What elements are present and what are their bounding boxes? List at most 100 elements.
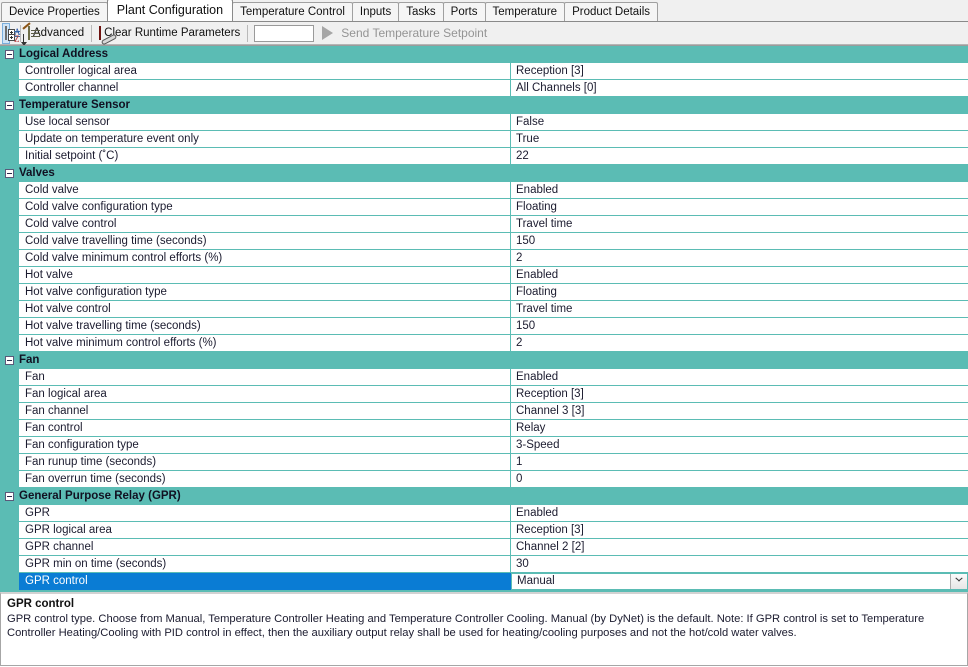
- property-row[interactable]: Cold valveEnabled: [0, 182, 968, 199]
- row-gutter: [0, 556, 19, 573]
- property-value[interactable]: Channel 2 [2]: [511, 539, 968, 556]
- property-value[interactable]: Relay: [511, 420, 968, 437]
- property-row[interactable]: Cold valve minimum control efforts (%)2: [0, 250, 968, 267]
- property-value[interactable]: Floating: [511, 284, 968, 301]
- category-name: Logical Address: [19, 46, 968, 62]
- collapse-expander[interactable]: [0, 488, 19, 504]
- minus-icon: [5, 50, 14, 59]
- property-value[interactable]: Enabled: [511, 182, 968, 199]
- property-row[interactable]: Fan controlRelay: [0, 420, 968, 437]
- tab-product-details[interactable]: Product Details: [564, 2, 658, 21]
- property-name: GPR min on time (seconds): [19, 556, 511, 573]
- tab-inputs[interactable]: Inputs: [352, 2, 399, 21]
- property-value[interactable]: Enabled: [511, 369, 968, 386]
- property-value[interactable]: 22: [511, 148, 968, 165]
- property-row[interactable]: Hot valve minimum control efforts (%)2: [0, 335, 968, 352]
- property-value[interactable]: All Channels [0]: [511, 80, 968, 97]
- row-gutter: [0, 471, 19, 488]
- property-row[interactable]: Fan logical areaReception [3]: [0, 386, 968, 403]
- row-gutter: [0, 573, 19, 590]
- tab-tasks[interactable]: Tasks: [398, 2, 443, 21]
- property-value[interactable]: 150: [511, 233, 968, 250]
- advanced-button[interactable]: Advanced: [25, 23, 87, 44]
- property-row[interactable]: Use local sensorFalse: [0, 114, 968, 131]
- property-value: Manual: [512, 574, 950, 589]
- tab-device-properties[interactable]: Device Properties: [1, 2, 108, 21]
- row-gutter: [0, 318, 19, 335]
- tab-temperature-control[interactable]: Temperature Control: [232, 2, 353, 21]
- minus-icon: [5, 101, 14, 110]
- property-row[interactable]: GPR channelChannel 2 [2]: [0, 539, 968, 556]
- category-header[interactable]: Fan: [0, 352, 968, 369]
- property-row[interactable]: Controller logical areaReception [3]: [0, 63, 968, 80]
- property-row[interactable]: Fan channelChannel 3 [3]: [0, 403, 968, 420]
- property-name: Controller channel: [19, 80, 511, 97]
- property-row[interactable]: Cold valve configuration typeFloating: [0, 199, 968, 216]
- property-value[interactable]: 1: [511, 454, 968, 471]
- property-value[interactable]: Travel time: [511, 301, 968, 318]
- send-temperature-setpoint-button[interactable]: Send Temperature Setpoint: [319, 23, 490, 44]
- property-row[interactable]: Cold valve travelling time (seconds)150: [0, 233, 968, 250]
- collapse-expander[interactable]: [0, 46, 19, 62]
- collapse-expander[interactable]: [0, 165, 19, 181]
- property-row[interactable]: Hot valveEnabled: [0, 267, 968, 284]
- property-row[interactable]: Fan overrun time (seconds)0: [0, 471, 968, 488]
- property-row-selected[interactable]: GPR controlManual: [0, 573, 968, 590]
- categorized-view-button[interactable]: [2, 23, 10, 44]
- property-value[interactable]: Enabled: [511, 505, 968, 522]
- dropdown-button[interactable]: [950, 574, 967, 589]
- collapse-expander[interactable]: [0, 352, 19, 368]
- category-header[interactable]: Valves: [0, 165, 968, 182]
- temperature-setpoint-input[interactable]: [254, 25, 314, 42]
- category-header[interactable]: Temperature Sensor: [0, 97, 968, 114]
- category-header[interactable]: Logical Address: [0, 46, 968, 63]
- row-gutter: [0, 284, 19, 301]
- property-row[interactable]: Fan configuration type3-Speed: [0, 437, 968, 454]
- property-value[interactable]: Reception [3]: [511, 522, 968, 539]
- row-gutter: [0, 437, 19, 454]
- tab-temperature[interactable]: Temperature: [485, 2, 566, 21]
- property-value[interactable]: 3-Speed: [511, 437, 968, 454]
- property-row[interactable]: Fan runup time (seconds)1: [0, 454, 968, 471]
- property-name: Fan configuration type: [19, 437, 511, 454]
- property-name: GPR control: [19, 573, 511, 590]
- property-value[interactable]: 0: [511, 471, 968, 488]
- property-row[interactable]: Initial setpoint (˚C)22: [0, 148, 968, 165]
- minus-icon: [5, 492, 14, 501]
- property-value[interactable]: Floating: [511, 199, 968, 216]
- property-grid[interactable]: Logical AddressController logical areaRe…: [0, 45, 968, 592]
- property-value[interactable]: Reception [3]: [511, 63, 968, 80]
- collapse-expander[interactable]: [0, 97, 19, 113]
- property-value[interactable]: Channel 3 [3]: [511, 403, 968, 420]
- property-value-editor[interactable]: Manual: [511, 573, 968, 590]
- row-gutter: [0, 522, 19, 539]
- property-value[interactable]: True: [511, 131, 968, 148]
- property-row[interactable]: Update on temperature event onlyTrue: [0, 131, 968, 148]
- property-value[interactable]: Reception [3]: [511, 386, 968, 403]
- property-value[interactable]: Travel time: [511, 216, 968, 233]
- toolbar: AZ Advanced Clear Runtime Parameters Sen…: [0, 22, 968, 45]
- tab-ports[interactable]: Ports: [443, 2, 486, 21]
- property-value[interactable]: 30: [511, 556, 968, 573]
- property-row[interactable]: Hot valve configuration typeFloating: [0, 284, 968, 301]
- category-header[interactable]: General Purpose Relay (GPR): [0, 488, 968, 505]
- clear-runtime-parameters-button[interactable]: Clear Runtime Parameters: [96, 23, 243, 44]
- property-name: Fan logical area: [19, 386, 511, 403]
- property-row[interactable]: Hot valve travelling time (seconds)150: [0, 318, 968, 335]
- property-value[interactable]: 2: [511, 250, 968, 267]
- property-value[interactable]: Enabled: [511, 267, 968, 284]
- property-name: Hot valve control: [19, 301, 511, 318]
- tab-plant-configuration[interactable]: Plant Configuration: [107, 0, 233, 21]
- property-row[interactable]: GPR logical areaReception [3]: [0, 522, 968, 539]
- property-value[interactable]: 150: [511, 318, 968, 335]
- property-row[interactable]: FanEnabled: [0, 369, 968, 386]
- property-row[interactable]: GPR min on time (seconds)30: [0, 556, 968, 573]
- property-value[interactable]: False: [511, 114, 968, 131]
- advanced-button-label: Advanced: [33, 27, 84, 39]
- property-row[interactable]: Cold valve controlTravel time: [0, 216, 968, 233]
- property-value[interactable]: 2: [511, 335, 968, 352]
- row-gutter: [0, 386, 19, 403]
- property-row[interactable]: Controller channelAll Channels [0]: [0, 80, 968, 97]
- property-row[interactable]: Hot valve controlTravel time: [0, 301, 968, 318]
- property-row[interactable]: GPREnabled: [0, 505, 968, 522]
